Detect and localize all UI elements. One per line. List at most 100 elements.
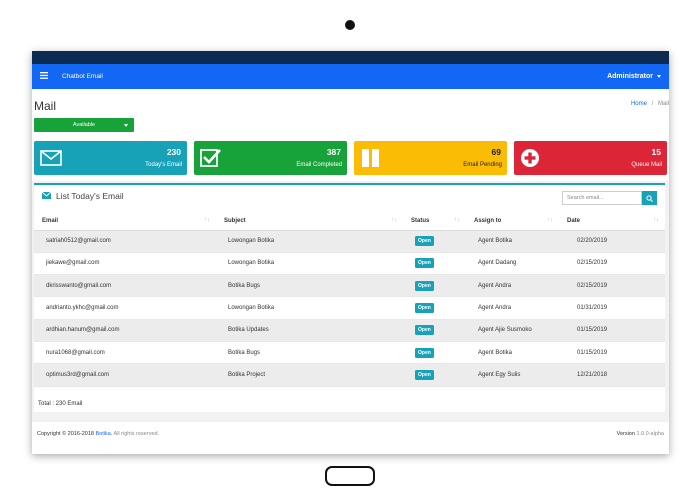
card-value: 387: [326, 147, 341, 157]
cell-status: Open: [403, 319, 466, 342]
cell-assign: Agent Ajie Susmoko: [466, 319, 559, 342]
cell-assign: Agent Andra: [466, 274, 559, 298]
cell-subject: Botika Bugs: [216, 274, 403, 298]
table-header-row: Email ↑↓ Subject ↑↓ Status ↑↓ Assign to ↑↓ D…: [34, 212, 665, 231]
cell-status: Open: [403, 296, 466, 320]
col-assign[interactable]: Assign to ↑↓: [466, 212, 559, 231]
check-square-icon: [200, 148, 222, 168]
footer-brand-link[interactable]: Botika.: [95, 431, 112, 437]
table-row[interactable]: ardhian.hanum@gmail.com Botika Updates O…: [34, 319, 665, 342]
col-subject[interactable]: Subject ↑↓: [216, 212, 403, 231]
cell-date: 02/15/2019: [559, 252, 665, 276]
table-row[interactable]: optimus3rd@gmail.com Botika Project Open…: [34, 363, 665, 387]
search-input[interactable]: Search email...: [562, 191, 642, 205]
cell-assign: Agent Egy Sulis: [466, 363, 559, 387]
card-queue-mail[interactable]: 15 Queue Mail: [514, 141, 667, 175]
cell-date: 02/20/2019: [559, 230, 665, 253]
cell-date: 02/15/2019: [559, 274, 665, 298]
cell-email: dkrisswanto@gmail.com: [34, 274, 216, 298]
cell-date: 01/15/2019: [559, 319, 665, 342]
home-button[interactable]: [325, 466, 375, 486]
cell-status: Open: [403, 363, 466, 387]
nav-brand[interactable]: Chatbot Email: [62, 73, 103, 80]
cell-status: Open: [403, 252, 466, 276]
card-email-completed[interactable]: 387 Email Completed: [194, 141, 347, 175]
availability-value: Available: [72, 122, 96, 128]
cell-status: Open: [403, 230, 466, 253]
cell-assign: Agent Dadang: [466, 252, 559, 276]
cell-date: 01/15/2019: [559, 341, 665, 365]
col-header-label: Email: [42, 217, 59, 224]
status-badge: Open: [415, 280, 434, 291]
page-title: Mail: [34, 99, 57, 113]
cell-assign: Agent Botika: [466, 230, 559, 253]
sort-icon[interactable]: ↑↓: [204, 217, 210, 223]
menu-icon[interactable]: [40, 71, 52, 82]
cell-email: andrianto.ykhc@gmail.com: [34, 296, 216, 320]
card-value: 15: [651, 147, 661, 157]
cell-subject: Lowongan Botika: [216, 252, 403, 276]
table-total: Total : 230 Email: [38, 401, 83, 407]
card-label: Today's Email: [145, 162, 182, 168]
table-row[interactable]: nura1068@gmail.com Botika Bugs Open Agen…: [34, 341, 665, 365]
sort-icon[interactable]: ↑↓: [391, 217, 397, 223]
status-badge: Open: [415, 236, 434, 247]
table-row[interactable]: dkrisswanto@gmail.com Botika Bugs Open A…: [34, 274, 665, 298]
table-row[interactable]: satriah0512@gmail.com Lowongan Botika Op…: [34, 230, 665, 253]
card-email-pending[interactable]: 69 Email Pending: [354, 141, 507, 175]
status-badge: Open: [415, 347, 434, 358]
caret-down-icon: [124, 123, 128, 127]
breadcrumb: Home / Mail: [631, 101, 669, 107]
card-label: Email Completed: [296, 162, 342, 168]
user-menu[interactable]: Administrator: [607, 73, 661, 80]
cell-status: Open: [403, 274, 466, 298]
footer: Copyright © 2016-2018 Botika. All rights…: [32, 422, 669, 454]
search-icon: [646, 189, 653, 207]
sort-icon[interactable]: ↑↓: [547, 217, 553, 223]
availability-select[interactable]: Available: [34, 118, 134, 132]
user-name: Administrator: [607, 73, 653, 80]
card-value: 69: [491, 147, 501, 157]
card-value: 230: [166, 147, 181, 157]
caret-down-icon: [657, 75, 661, 78]
cell-subject: Botika Bugs: [216, 341, 403, 365]
navbar: Chatbot Email Administrator: [32, 64, 669, 89]
top-strip: [32, 51, 669, 64]
sort-icon[interactable]: ↑↓: [653, 217, 659, 223]
card-label: Email Pending: [463, 162, 502, 168]
tablet-frame: Chatbot Email Administrator Mail Home / …: [0, 0, 697, 500]
table-row[interactable]: jiekawe@gmail.com Lowongan Botika Open A…: [34, 252, 665, 276]
cell-email: nura1068@gmail.com: [34, 341, 216, 365]
plus-circle-icon: [520, 148, 542, 168]
cell-subject: Lowongan Botika: [216, 296, 403, 320]
envelope-icon: [40, 148, 62, 168]
status-badge: Open: [415, 369, 434, 380]
cell-status: Open: [403, 341, 466, 365]
card-label: Queue Mail: [631, 162, 662, 168]
breadcrumb-current: Mail: [657, 101, 669, 107]
rights-text: All rights reserved.: [113, 431, 160, 437]
sort-icon[interactable]: ↑↓: [454, 217, 460, 223]
status-badge: Open: [415, 325, 434, 336]
search-button[interactable]: [642, 191, 657, 205]
col-date[interactable]: Date ↑↓: [559, 212, 665, 231]
col-email[interactable]: Email ↑↓: [34, 212, 216, 231]
col-status[interactable]: Status ↑↓: [403, 212, 466, 231]
cell-date: 01/31/2019: [559, 296, 665, 320]
cell-assign: Agent Botika: [466, 341, 559, 365]
main-content: Mail Home / Mail Available 230 Today's E…: [32, 89, 669, 454]
stat-cards: 230 Today's Email 387 Email Completed 69…: [34, 141, 667, 175]
card-todays-email[interactable]: 230 Today's Email: [34, 141, 187, 175]
copyright-text: Copyright © 2016-2018: [37, 431, 94, 437]
version: Version 1.0.0-alpha: [617, 431, 664, 437]
cell-subject: Lowongan Botika: [216, 230, 403, 253]
cell-email: satriah0512@gmail.com: [34, 230, 216, 253]
panel-title: List Today's Email: [41, 191, 124, 201]
cell-date: 12/21/2018: [559, 363, 665, 387]
table-row[interactable]: andrianto.ykhc@gmail.com Lowongan Botika…: [34, 296, 665, 320]
page-header: Mail Home / Mail Available 230 Today's E…: [32, 89, 669, 181]
breadcrumb-home[interactable]: Home: [631, 101, 647, 107]
status-badge: Open: [415, 258, 434, 269]
breadcrumb-separator: /: [651, 101, 654, 107]
app-screen: Chatbot Email Administrator Mail Home / …: [32, 51, 669, 454]
